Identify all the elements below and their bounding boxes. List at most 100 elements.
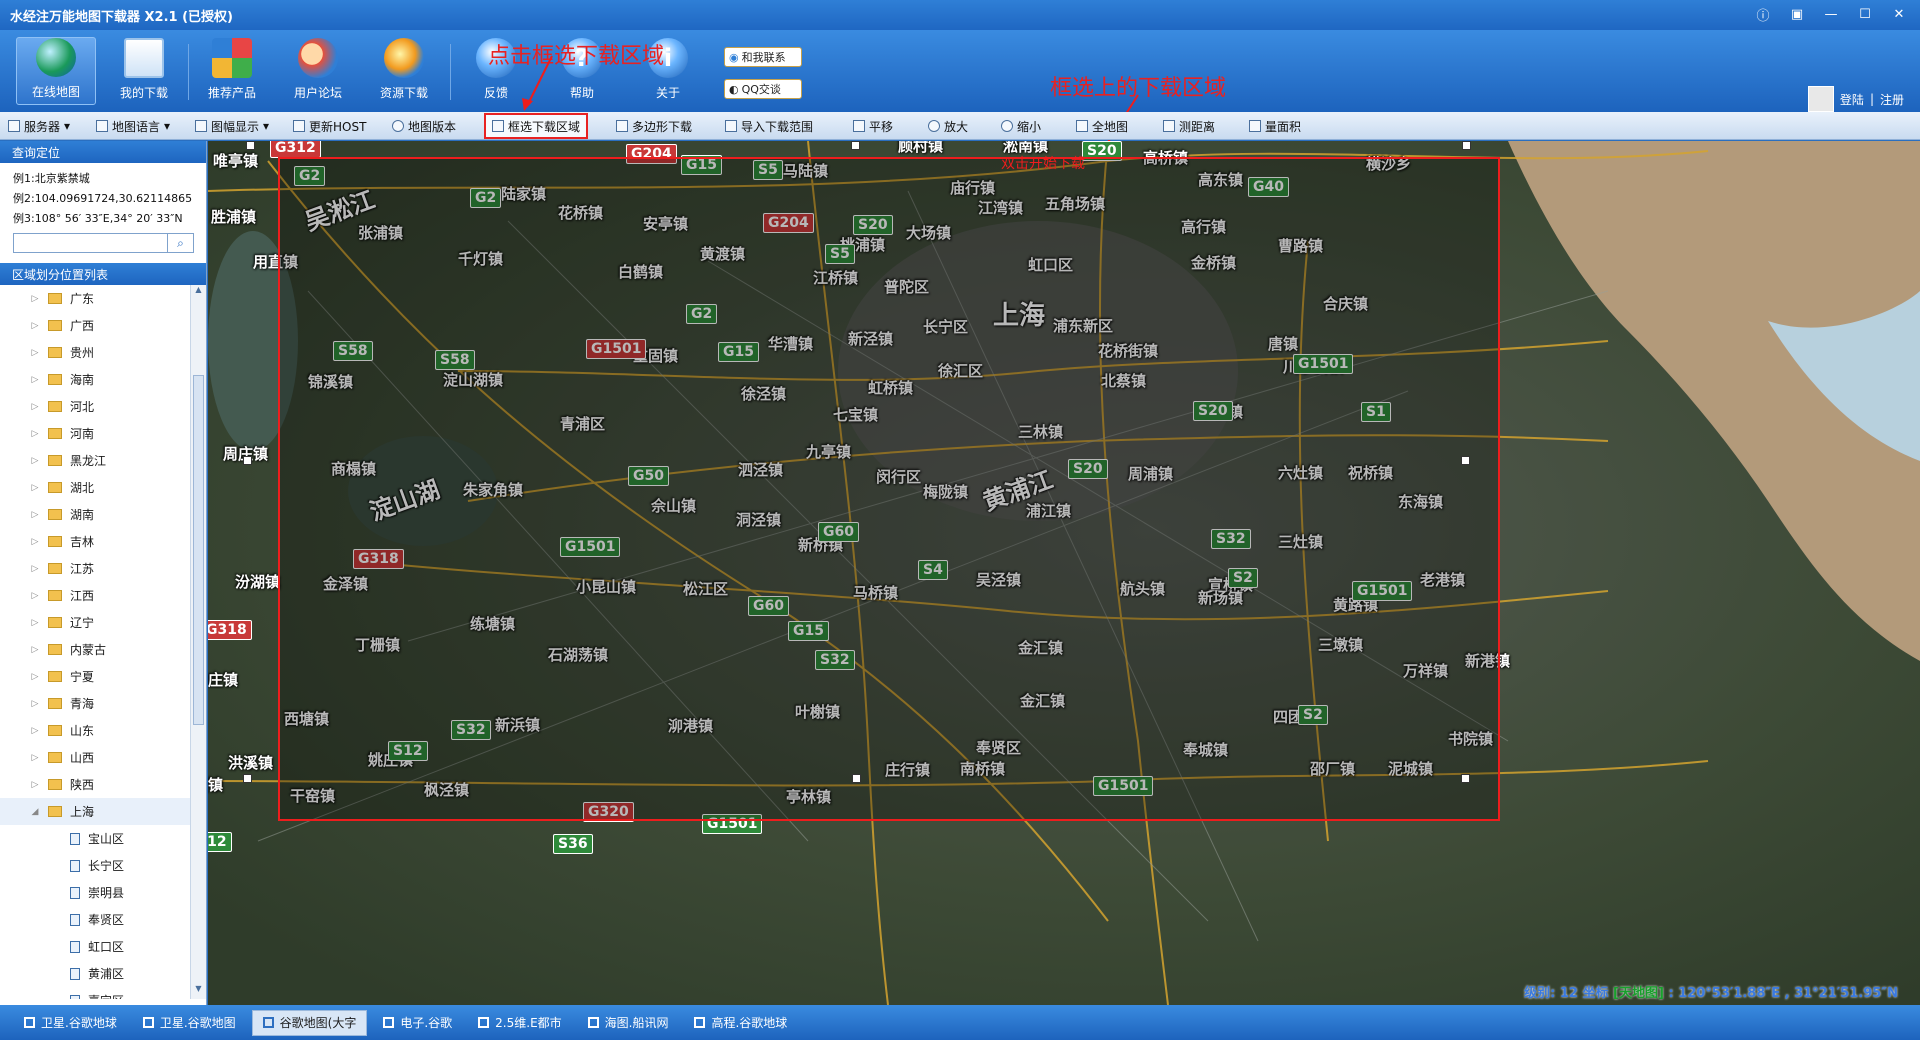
expand-arrow-icon[interactable]: ▷	[28, 591, 42, 601]
expand-arrow-icon[interactable]: ▷	[28, 672, 42, 682]
document-icon	[70, 859, 80, 872]
map-type-tab[interactable]: 卫星.谷歌地图	[133, 1010, 246, 1036]
full-extent-icon	[1076, 120, 1088, 132]
collapse-arrow-icon[interactable]: ◢	[28, 807, 42, 817]
arrow-line	[527, 55, 553, 105]
expand-arrow-icon[interactable]: ▷	[28, 537, 42, 547]
tree-item-province[interactable]: ▷ 海南	[0, 366, 190, 393]
map-type-tab[interactable]: 2.5维.E都市	[468, 1010, 571, 1036]
tree-item-province[interactable]: ▷ 广西	[0, 312, 190, 339]
expand-arrow-icon[interactable]: ▷	[28, 402, 42, 412]
region-tree-scrollbar[interactable]: ▲ ▼	[190, 285, 206, 999]
selected-download-region[interactable]	[278, 157, 1500, 821]
tree-item-province[interactable]: ▷ 湖南	[0, 501, 190, 528]
map-view[interactable]: 唯亭镇 胜浦镇 吴淞江 陆家镇 花桥镇 张浦镇 千灯镇 用直镇 安亭镇 黄渡镇 白鹤镇 马陆镇 顾村镇淞…	[208, 141, 1920, 1005]
tree-item-province[interactable]: ▷ 山西	[0, 744, 190, 771]
measure-distance-button[interactable]: 测距离	[1163, 115, 1215, 137]
expand-arrow-icon[interactable]: ▷	[28, 645, 42, 655]
selection-handle-top-left[interactable]	[246, 141, 255, 150]
selection-handle-bottom[interactable]	[852, 774, 861, 783]
pan-button[interactable]: 平移	[853, 115, 893, 137]
server-dropdown[interactable]: 服务器 ▾	[8, 115, 70, 137]
scroll-up-arrow-icon[interactable]: ▲	[191, 285, 206, 300]
rectangle-select-icon	[492, 120, 504, 132]
tree-item-district[interactable]: 奉贤区	[0, 906, 190, 933]
tree-item-province[interactable]: ▷ 宁夏	[0, 663, 190, 690]
expand-arrow-icon[interactable]: ▷	[28, 510, 42, 520]
expand-arrow-icon[interactable]: ▷	[28, 429, 42, 439]
scroll-down-arrow-icon[interactable]: ▼	[191, 984, 206, 999]
zoom-in-button[interactable]: 放大	[928, 115, 968, 137]
sheet-display-dropdown[interactable]: 图幅显示 ▾	[195, 115, 269, 137]
rect-download-button[interactable]: 框选下载区域	[484, 113, 589, 139]
expand-arrow-icon[interactable]: ▷	[28, 780, 42, 790]
query-section-header: 查询定位	[0, 141, 206, 163]
map-type-tab[interactable]: 电子.谷歌	[373, 1010, 462, 1036]
map-version-button[interactable]: 地图版本	[392, 115, 456, 137]
search-button[interactable]: ⌕	[168, 233, 194, 253]
expand-arrow-icon[interactable]: ▷	[28, 726, 42, 736]
expand-arrow-icon[interactable]: ▷	[28, 321, 42, 331]
expand-arrow-icon[interactable]: ▷	[28, 456, 42, 466]
tree-item-province[interactable]: ◢ 上海	[0, 798, 190, 825]
selection-handle-right[interactable]	[1461, 456, 1470, 465]
tree-item-province[interactable]: ▷ 内蒙古	[0, 636, 190, 663]
tree-item-province[interactable]: ▷ 江苏	[0, 555, 190, 582]
tree-item-district[interactable]: 宝山区	[0, 825, 190, 852]
document-icon	[70, 994, 80, 999]
tree-item-province[interactable]: ▷ 贵州	[0, 339, 190, 366]
expand-arrow-icon[interactable]: ▷	[28, 564, 42, 574]
full-map-button[interactable]: 全地图	[1076, 115, 1128, 137]
tree-item-province[interactable]: ▷ 陕西	[0, 771, 190, 798]
tree-item-province[interactable]: ▷ 吉林	[0, 528, 190, 555]
expand-arrow-icon[interactable]: ▷	[28, 294, 42, 304]
expand-arrow-icon[interactable]: ▷	[28, 375, 42, 385]
tree-item-province[interactable]: ▷ 湖北	[0, 474, 190, 501]
tree-item-district[interactable]: 黄浦区	[0, 960, 190, 987]
polygon-download-button[interactable]: 多边形下载	[616, 115, 692, 137]
selection-handle-bottom-right[interactable]	[1461, 774, 1470, 783]
map-place-label: 陶庄镇	[208, 671, 239, 689]
grid-icon	[383, 1017, 395, 1028]
refresh-icon	[293, 120, 305, 132]
tree-item-province[interactable]: ▷ 黑龙江	[0, 447, 190, 474]
folder-icon	[48, 590, 62, 601]
location-search-input[interactable]	[13, 233, 168, 253]
map-type-tab[interactable]: 海图.船讯网	[578, 1010, 679, 1036]
tree-item-province[interactable]: ▷ 山东	[0, 717, 190, 744]
tree-item-district[interactable]: 长宁区	[0, 852, 190, 879]
tree-item-district[interactable]: 嘉定区	[0, 987, 190, 999]
route-shield: G318	[208, 620, 252, 640]
expand-arrow-icon[interactable]: ▷	[28, 618, 42, 628]
tree-item-label: 黑龙江	[70, 454, 107, 468]
tree-item-province[interactable]: ▷ 辽宁	[0, 609, 190, 636]
tree-item-district[interactable]: 崇明县	[0, 879, 190, 906]
expand-arrow-icon[interactable]: ▷	[28, 348, 42, 358]
map-type-tab[interactable]: 卫星.谷歌地球	[14, 1010, 127, 1036]
map-type-tab[interactable]: 谷歌地图(大字	[251, 1009, 368, 1036]
expand-arrow-icon[interactable]: ▷	[28, 753, 42, 763]
zoom-in-icon	[928, 120, 940, 132]
selection-handle-top[interactable]	[851, 141, 860, 150]
map-language-dropdown[interactable]: 地图语言 ▾	[96, 115, 170, 137]
zoom-out-button[interactable]: 缩小	[1001, 115, 1041, 137]
tree-item-province[interactable]: ▷ 江西	[0, 582, 190, 609]
tree-item-province[interactable]: ▷ 河北	[0, 393, 190, 420]
expand-arrow-icon[interactable]: ▷	[28, 483, 42, 493]
tree-item-province[interactable]: ▷ 河南	[0, 420, 190, 447]
selection-handle-left[interactable]	[243, 456, 252, 465]
tree-item-province[interactable]: ▷ 广东	[0, 285, 190, 312]
update-host-button[interactable]: 更新HOST	[293, 115, 366, 137]
map-type-tab-label: 高程.谷歌地球	[711, 1016, 788, 1030]
tree-item-district[interactable]: 虹口区	[0, 933, 190, 960]
selection-handle-bottom-left[interactable]	[243, 774, 252, 783]
measure-area-button[interactable]: 量面积	[1249, 115, 1301, 137]
tree-item-label: 江苏	[70, 562, 95, 576]
selection-handle-top-right[interactable]	[1462, 141, 1471, 150]
map-version-label: 地图版本	[408, 119, 457, 134]
tree-item-province[interactable]: ▷ 青海	[0, 690, 190, 717]
scrollbar-thumb[interactable]	[193, 375, 204, 725]
expand-arrow-icon[interactable]: ▷	[28, 699, 42, 709]
map-type-tab[interactable]: 高程.谷歌地球	[684, 1010, 797, 1036]
import-range-button[interactable]: 导入下载范围	[725, 115, 813, 137]
